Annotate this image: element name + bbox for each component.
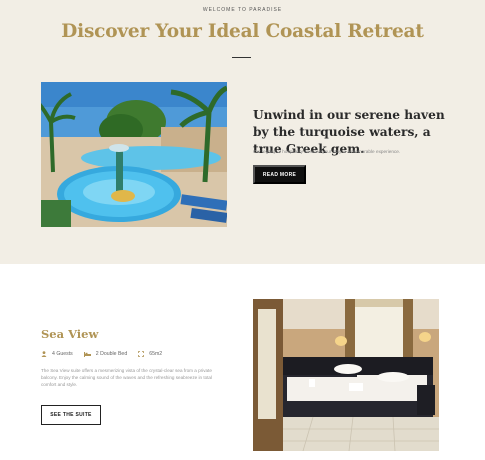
suite-description: The Sea View suite offers a mesmerizing … — [41, 368, 213, 388]
amenity-guests-label: 4 Guests — [52, 351, 73, 357]
see-the-suite-button[interactable]: SEE THE SUITE — [41, 405, 101, 425]
amenity-beds-label: 2 Double Bed — [95, 351, 128, 357]
amenity-guests: 4 Guests — [41, 351, 73, 357]
amenity-list: 4 Guests 2 Double Bed 65m2 — [41, 351, 173, 357]
pool-photo — [41, 82, 227, 227]
guest-icon — [41, 351, 47, 357]
read-more-button[interactable]: READ MORE — [253, 165, 306, 184]
hero-title: Discover Your Ideal Coastal Retreat — [61, 21, 424, 42]
suite-name: Sea View — [41, 327, 99, 341]
amenity-area: 65m2 — [138, 351, 162, 357]
room-photo — [253, 299, 439, 451]
hero-eyebrow: WELCOME TO PARADISE — [202, 7, 283, 13]
title-divider — [232, 57, 251, 58]
bed-icon — [83, 352, 91, 357]
amenity-beds: 2 Double Bed — [83, 351, 128, 357]
intro-subtext: Our legacy of hospitality ensures your s… — [253, 149, 401, 154]
area-icon — [138, 351, 145, 357]
amenity-area-label: 65m2 — [149, 351, 163, 357]
hero-section: WELCOME TO PARADISE Discover Your Ideal … — [0, 0, 485, 264]
